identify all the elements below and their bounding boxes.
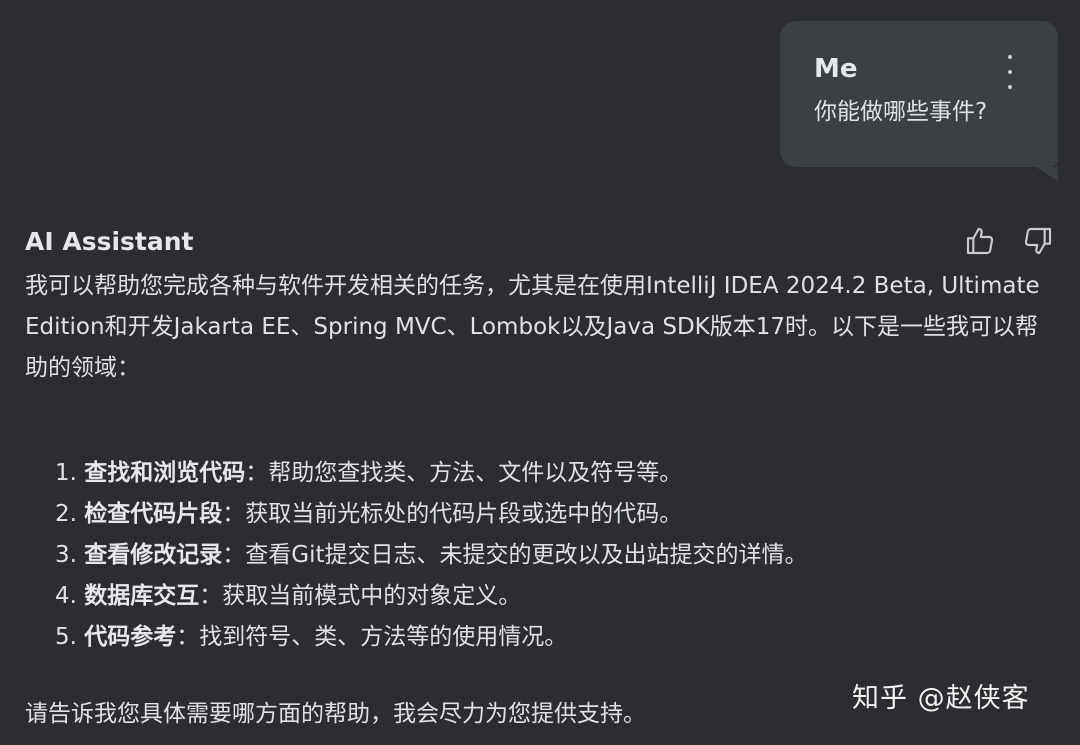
list-item-term: 查找和浏览代码 — [84, 460, 246, 486]
list-item-number: 4. — [55, 583, 77, 609]
list-item-number: 1. — [55, 460, 77, 486]
capability-list: 1. 查找和浏览代码：帮助您查找类、方法、文件以及符号等。 2. 检查代码片段：… — [55, 453, 808, 658]
list-item-number: 5. — [55, 624, 77, 650]
list-item-description: ：找到符号、类、方法等的使用情况。 — [176, 624, 568, 650]
list-item-term: 检查代码片段 — [84, 501, 223, 527]
thumbs-down-icon — [1024, 227, 1052, 255]
list-item-description: ：帮助您查找类、方法、文件以及符号等。 — [245, 460, 683, 486]
list-item: 3. 查看修改记录：查看Git提交日志、未提交的更改以及出站提交的详情。 — [55, 535, 808, 576]
feedback-buttons — [963, 224, 1055, 258]
list-item-number: 3. — [55, 542, 77, 568]
list-item: 4. 数据库交互：获取当前模式中的对象定义。 — [55, 576, 808, 617]
chat-panel: Me 你能做哪些事件? AI Assistant 我可以帮助您完成各种与软件开发… — [0, 0, 1080, 745]
list-item-term: 代码参考 — [84, 624, 177, 650]
user-sender-name: Me — [814, 54, 858, 84]
watermark: 知乎 @赵侠客 — [852, 683, 1030, 714]
list-item: 5. 代码参考：找到符号、类、方法等的使用情况。 — [55, 617, 808, 658]
like-button[interactable] — [963, 224, 997, 258]
list-item-description: ：获取当前光标处的代码片段或选中的代码。 — [222, 501, 683, 527]
assistant-message: AI Assistant 我可以帮助您完成各种与软件开发相关的任务，尤其是在使用… — [25, 224, 1055, 727]
list-item-description: ：获取当前模式中的对象定义。 — [199, 583, 522, 609]
list-item-term: 查看修改记录 — [84, 542, 223, 568]
assistant-intro-text: 我可以帮助您完成各种与软件开发相关的任务，尤其是在使用IntelliJ IDEA… — [25, 273, 1040, 381]
more-vertical-icon-dot — [1008, 85, 1012, 89]
more-vertical-icon-dot — [1008, 70, 1012, 74]
assistant-message-header: AI Assistant — [25, 224, 1055, 260]
user-message-text: 你能做哪些事件? — [814, 99, 988, 125]
assistant-outro-text: 请告诉我您具体需要哪方面的帮助，我会尽力为您提供支持。 — [25, 701, 646, 727]
user-message-bubble: Me 你能做哪些事件? — [780, 21, 1058, 181]
assistant-sender-name: AI Assistant — [25, 227, 194, 256]
list-item: 2. 检查代码片段：获取当前光标处的代码片段或选中的代码。 — [55, 494, 808, 535]
list-item: 1. 查找和浏览代码：帮助您查找类、方法、文件以及符号等。 — [55, 453, 808, 494]
thumbs-up-icon — [966, 227, 994, 255]
more-vertical-icon — [1008, 55, 1012, 59]
list-item-description: ：查看Git提交日志、未提交的更改以及出站提交的详情。 — [222, 542, 808, 568]
dislike-button[interactable] — [1021, 224, 1055, 258]
list-item-term: 数据库交互 — [84, 583, 200, 609]
list-item-number: 2. — [55, 501, 77, 527]
more-options-button[interactable] — [1000, 55, 1020, 89]
